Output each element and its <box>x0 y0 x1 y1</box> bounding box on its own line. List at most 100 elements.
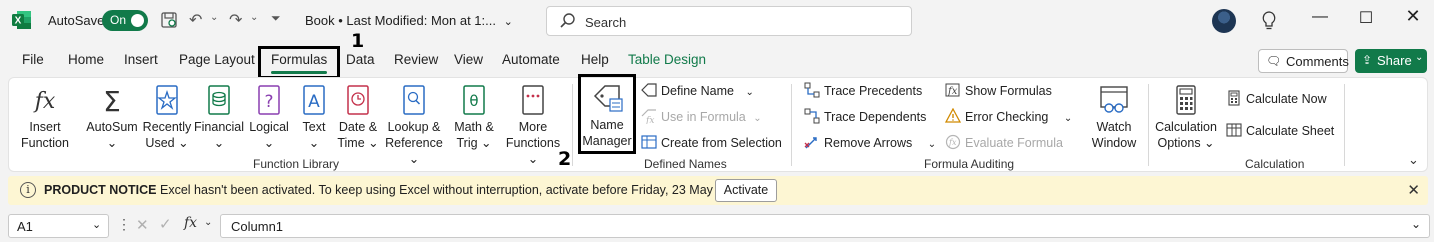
text-button[interactable]: A Text ⌄ <box>294 84 334 151</box>
date-time-button[interactable]: Date & Time ⌄ <box>334 84 382 151</box>
define-name-button[interactable]: Define Name ⌄ <box>641 81 754 101</box>
calculate-sheet-label: Calculate Sheet <box>1246 124 1335 138</box>
financial-button[interactable]: Financial ⌄ <box>194 84 244 151</box>
more-options-icon[interactable]: ⋮ <box>117 216 131 233</box>
formula-input[interactable]: Column1 ⌄ <box>220 214 1430 238</box>
excel-logo-icon: X <box>12 11 31 29</box>
tab-table-design[interactable]: Table Design <box>628 52 706 67</box>
minimize-icon[interactable]: — <box>1306 8 1334 34</box>
ribbon-collapse-chevron-icon[interactable]: ⌄ <box>1408 152 1419 168</box>
document-title[interactable]: Book • Last Modified: Mon at 1:... ⌄ <box>305 13 513 28</box>
trace-precedents-icon <box>804 82 820 98</box>
watch-window-button[interactable]: Watch Window <box>1088 84 1140 151</box>
calculate-now-button[interactable]: Calculate Now <box>1226 89 1327 109</box>
trace-dependents-button[interactable]: Trace Dependents <box>804 107 926 127</box>
save-icon[interactable] <box>160 11 178 29</box>
chevron-down-icon[interactable]: ⌄ <box>204 217 212 228</box>
search-input[interactable] <box>585 12 885 32</box>
tab-automate[interactable]: Automate <box>502 52 560 67</box>
trace-precedents-button[interactable]: Trace Precedents <box>804 81 922 101</box>
recently-used-label-2: Used ⌄ <box>145 136 189 150</box>
logical-label-2: ⌄ <box>263 136 275 150</box>
tab-help[interactable]: Help <box>581 52 609 67</box>
document-title-text: Book • Last Modified: Mon at 1:... <box>305 13 496 28</box>
defined-names-group-label: Defined Names <box>644 157 727 171</box>
question-book-icon: ? <box>258 85 280 115</box>
annotation-box-formulas <box>258 46 340 79</box>
search-box[interactable] <box>546 6 912 36</box>
enter-icon[interactable]: ✓ <box>159 215 172 233</box>
trace-dependents-icon <box>804 108 820 124</box>
remove-arrows-label: Remove Arrows <box>824 136 913 150</box>
tab-page-layout[interactable]: Page Layout <box>179 52 255 67</box>
grid-selection-icon <box>641 135 657 149</box>
undo-dropdown-icon[interactable]: ⌄ <box>210 12 218 23</box>
insert-function-icon[interactable]: fx <box>184 215 197 231</box>
calculate-sheet-button[interactable]: Calculate Sheet <box>1226 121 1334 141</box>
cancel-icon[interactable]: ✕ <box>136 216 149 234</box>
tab-view[interactable]: View <box>454 52 483 67</box>
error-checking-button[interactable]: Error Checking ⌄ <box>945 107 1072 127</box>
more-functions-button[interactable]: More Functions ⌄ <box>499 84 567 167</box>
share-button[interactable]: ⇪ Share ⌄ <box>1355 49 1427 73</box>
theta-book-icon: θ <box>463 85 485 115</box>
tab-home[interactable]: Home <box>68 52 104 67</box>
autosave-state: On <box>110 13 127 27</box>
tab-file[interactable]: File <box>22 52 44 67</box>
comments-label: Comments <box>1286 54 1349 69</box>
lightbulb-icon[interactable] <box>1262 11 1276 31</box>
show-formulas-button[interactable]: fx Show Formulas <box>945 81 1052 101</box>
customize-toolbar-icon[interactable]: ⏷ <box>271 11 281 26</box>
tab-review[interactable]: Review <box>394 52 438 67</box>
redo-icon[interactable]: ↷ <box>229 10 242 30</box>
undo-icon[interactable]: ↶ <box>189 10 202 30</box>
cell-reference: A1 <box>17 219 33 234</box>
comments-button[interactable]: 🗨 Comments <box>1258 49 1349 73</box>
show-formulas-label: Show Formulas <box>965 84 1052 98</box>
name-manager-button[interactable]: Name Manager <box>581 82 633 149</box>
use-in-formula-button[interactable]: fx Use in Formula ⌄ <box>641 107 762 127</box>
lookup-reference-button[interactable]: Lookup & Reference ⌄ <box>381 84 447 167</box>
name-manager-label-2: Manager <box>582 134 632 148</box>
lookup-reference-label-2: Reference ⌄ <box>385 136 443 166</box>
maximize-icon[interactable]: ☐ <box>1352 8 1380 34</box>
svg-text:θ: θ <box>469 92 478 110</box>
close-icon[interactable]: ✕ <box>1407 181 1420 199</box>
ribbon-separator <box>1148 84 1149 166</box>
calculator-icon <box>1228 90 1240 106</box>
math-trig-label-2: Trig ⌄ <box>456 136 492 150</box>
activate-button[interactable]: Activate <box>715 179 777 202</box>
chevron-down-icon: ⌄ <box>927 139 937 150</box>
chevron-down-icon: ⌄ <box>1415 52 1424 63</box>
redo-dropdown-icon[interactable]: ⌄ <box>250 12 258 23</box>
svg-text:fx: fx <box>33 89 56 114</box>
name-box[interactable]: A1 ⌄ <box>8 214 109 238</box>
logical-button[interactable]: ? Logical ⌄ <box>245 84 293 151</box>
text-label-1: Text <box>302 120 326 134</box>
autosave-toggle[interactable]: On <box>102 10 148 31</box>
insert-function-button[interactable]: fx Insert Function <box>14 84 76 151</box>
evaluate-formula-button[interactable]: fx Evaluate Formula <box>945 133 1063 153</box>
watch-window-label-1: Watch <box>1096 120 1132 134</box>
evaluate-formula-label: Evaluate Formula <box>965 136 1063 150</box>
autosum-button[interactable]: Σ AutoSum ⌄ <box>82 84 142 151</box>
sheet-calculator-icon <box>1226 123 1242 137</box>
tag-icon <box>641 83 657 97</box>
recently-used-button[interactable]: Recently Used ⌄ <box>140 84 194 151</box>
annotation-number-2: 2 <box>558 148 572 170</box>
calculation-options-button[interactable]: Calculation Options ⌄ <box>1153 84 1219 151</box>
insert-function-label-1: Insert <box>29 120 61 134</box>
function-icon: fx <box>33 89 56 114</box>
avatar[interactable] <box>1212 9 1236 33</box>
tab-insert[interactable]: Insert <box>124 52 158 67</box>
svg-text:Σ: Σ <box>103 85 121 116</box>
toggle-knob <box>131 14 144 27</box>
create-from-selection-button[interactable]: Create from Selection <box>641 133 782 153</box>
tab-data[interactable]: Data <box>346 52 375 67</box>
math-trig-button[interactable]: θ Math & Trig ⌄ <box>449 84 499 151</box>
remove-arrows-button[interactable]: Remove Arrows ⌄ <box>804 133 936 153</box>
text-label-2: ⌄ <box>308 136 320 150</box>
expand-formula-bar-icon[interactable]: ⌄ <box>1411 217 1421 231</box>
close-icon[interactable]: ✕ <box>1399 6 1427 32</box>
share-label: Share <box>1377 53 1412 68</box>
